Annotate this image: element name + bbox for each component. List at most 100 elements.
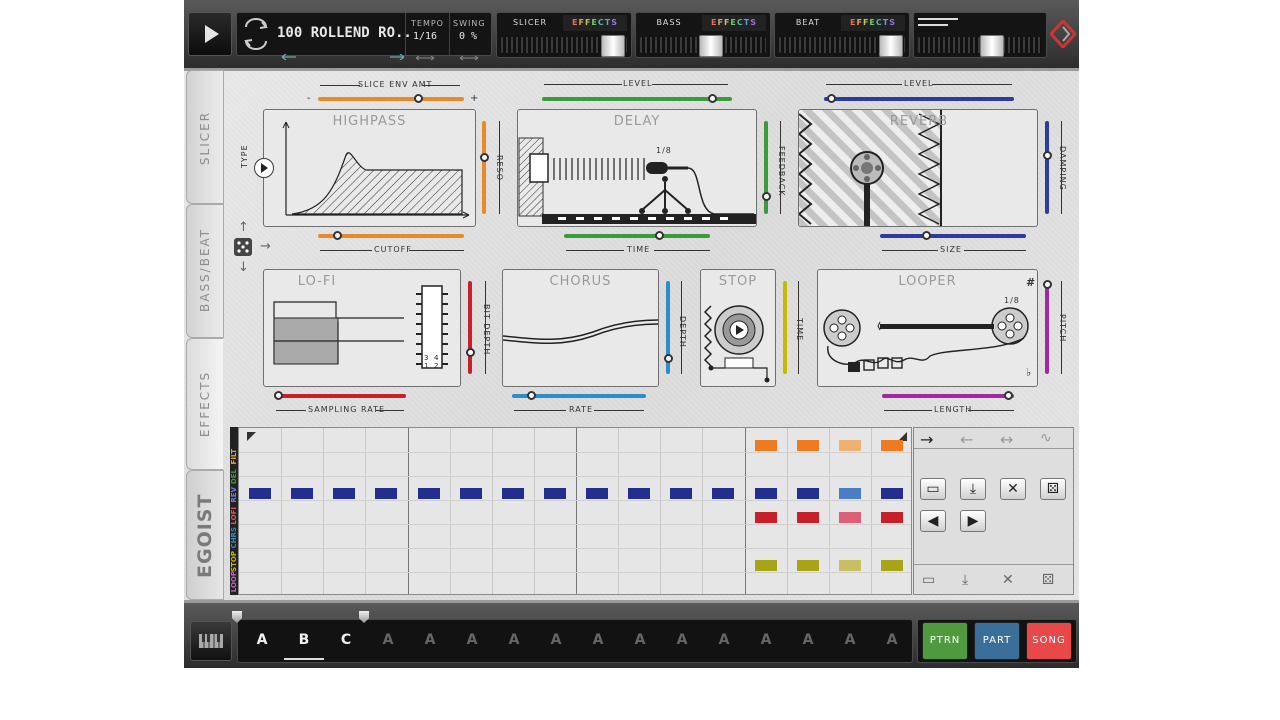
track-label-rev[interactable]: REV bbox=[230, 487, 238, 503]
part-slot[interactable]: A bbox=[368, 620, 408, 660]
arrow-down-icon[interactable]: ↓ bbox=[238, 260, 249, 275]
lofi-bit-depth-slider[interactable] bbox=[468, 281, 472, 374]
delay-time-slider[interactable] bbox=[564, 234, 710, 238]
delay-level-handle[interactable] bbox=[708, 94, 717, 103]
side-tab-slicer[interactable]: SLICER bbox=[186, 70, 224, 204]
step-cell[interactable] bbox=[880, 487, 903, 499]
shift-left-button[interactable]: ◀ bbox=[920, 510, 946, 532]
step-cell[interactable] bbox=[754, 559, 777, 571]
track-label-filt[interactable]: FILT bbox=[230, 449, 238, 464]
step-cell[interactable] bbox=[712, 487, 735, 499]
part-slot[interactable]: A bbox=[452, 620, 492, 660]
beat-volume-knob[interactable] bbox=[879, 35, 903, 57]
delay-feedback-handle[interactable] bbox=[762, 192, 771, 201]
chorus-panel[interactable]: CHORUS bbox=[502, 269, 659, 387]
part-button[interactable]: PART bbox=[974, 622, 1020, 660]
stop-time-slider[interactable] bbox=[783, 281, 787, 374]
highpass-type-button[interactable] bbox=[254, 158, 274, 178]
part-slot[interactable]: A bbox=[578, 620, 618, 660]
grid-start-marker-icon[interactable] bbox=[247, 432, 256, 441]
delay-level-slider[interactable] bbox=[542, 97, 732, 101]
looper-pitch-slider[interactable] bbox=[1045, 281, 1049, 374]
step-cell[interactable] bbox=[838, 559, 861, 571]
paste-pattern-button[interactable]: ⤓ bbox=[960, 478, 986, 500]
song-button[interactable]: SONG bbox=[1026, 622, 1072, 660]
step-cell[interactable] bbox=[501, 487, 524, 499]
swing-arrows-icon[interactable] bbox=[459, 46, 479, 61]
sequencer-grid[interactable] bbox=[238, 427, 912, 595]
tempo-value[interactable]: 1/16 bbox=[413, 31, 437, 42]
part-slot[interactable]: A bbox=[242, 620, 282, 660]
step-cell[interactable] bbox=[628, 487, 651, 499]
direction-pingpong-icon[interactable]: ↔ bbox=[1000, 430, 1013, 449]
part-slot[interactable]: C bbox=[326, 620, 366, 660]
paste-all-icon[interactable]: ⤓ bbox=[962, 572, 968, 588]
part-slot[interactable]: A bbox=[872, 620, 912, 660]
track-label-chrs[interactable]: CHRS bbox=[230, 527, 238, 548]
step-cell[interactable] bbox=[796, 487, 819, 499]
highpass-cutoff-handle[interactable] bbox=[333, 231, 342, 240]
step-cell[interactable] bbox=[249, 487, 272, 499]
beat-tab[interactable]: BEAT bbox=[777, 15, 839, 31]
direction-random-icon[interactable]: ∿ bbox=[1040, 430, 1052, 446]
preset-prev-icon[interactable] bbox=[281, 45, 297, 61]
randomize-all-icon[interactable]: ⚄ bbox=[1042, 572, 1054, 588]
part-slot[interactable]: A bbox=[536, 620, 576, 660]
part-slot[interactable]: A bbox=[704, 620, 744, 660]
step-cell[interactable] bbox=[880, 511, 903, 523]
delay-panel[interactable]: DELAY 1/8 bbox=[517, 109, 757, 227]
reverb-panel[interactable]: REVERB bbox=[798, 109, 1038, 227]
play-button[interactable] bbox=[188, 12, 232, 56]
clear-all-icon[interactable]: ✕ bbox=[1002, 572, 1014, 588]
clear-pattern-button[interactable]: ✕ bbox=[1000, 478, 1026, 500]
part-slot[interactable]: A bbox=[494, 620, 534, 660]
ptrn-button[interactable]: PTRN bbox=[922, 622, 968, 660]
part-slot[interactable]: A bbox=[662, 620, 702, 660]
chorus-depth-handle[interactable] bbox=[664, 354, 673, 363]
bass-volume-knob[interactable] bbox=[699, 35, 723, 57]
bass-effects-tab[interactable]: EFFECTS bbox=[702, 15, 766, 31]
step-cell[interactable] bbox=[838, 487, 861, 499]
track-label-loop[interactable]: LOOP bbox=[230, 571, 238, 592]
copy-pattern-button[interactable]: ▭ bbox=[920, 478, 946, 500]
looper-length-slider[interactable] bbox=[882, 394, 1014, 398]
step-cell[interactable] bbox=[880, 439, 903, 451]
lofi-sampling-rate-handle[interactable] bbox=[274, 391, 283, 400]
part-slot[interactable]: A bbox=[788, 620, 828, 660]
arrow-right-icon[interactable]: → bbox=[260, 239, 271, 254]
step-cell[interactable] bbox=[670, 487, 693, 499]
refresh-icon[interactable] bbox=[241, 17, 271, 51]
bass-tab[interactable]: BASS bbox=[638, 15, 700, 31]
dice-icon[interactable] bbox=[234, 238, 252, 256]
beat-effects-tab[interactable]: EFFECTS bbox=[841, 15, 905, 31]
swing-value[interactable]: 0 % bbox=[459, 31, 477, 42]
part-slot[interactable]: A bbox=[410, 620, 450, 660]
slice-env-amt-slider[interactable] bbox=[318, 97, 464, 101]
step-cell[interactable] bbox=[754, 439, 777, 451]
step-cell[interactable] bbox=[543, 487, 566, 499]
side-tab-bass-beat[interactable]: BASS/BEAT bbox=[186, 204, 224, 338]
reverb-size-slider[interactable] bbox=[880, 234, 1026, 238]
step-cell[interactable] bbox=[586, 487, 609, 499]
delay-time-handle[interactable] bbox=[655, 231, 664, 240]
chorus-rate-handle[interactable] bbox=[527, 391, 536, 400]
step-cell[interactable] bbox=[459, 487, 482, 499]
randomize-pattern-button[interactable]: ⚄ bbox=[1040, 478, 1066, 500]
tempo-arrows-icon[interactable] bbox=[415, 46, 435, 61]
track-label-del[interactable]: DEL bbox=[230, 469, 238, 484]
slicer-effects-tab[interactable]: EFFECTS bbox=[563, 15, 627, 31]
lofi-bit-depth-handle[interactable] bbox=[466, 348, 475, 357]
part-slot[interactable]: B bbox=[284, 620, 324, 660]
part-slot[interactable]: A bbox=[746, 620, 786, 660]
reverb-level-handle[interactable] bbox=[827, 94, 836, 103]
preset-name[interactable]: 100 ROLLEND RO.. bbox=[277, 25, 412, 41]
preset-next-icon[interactable] bbox=[389, 45, 405, 61]
step-cell[interactable] bbox=[333, 487, 356, 499]
keyboard-button[interactable] bbox=[190, 621, 232, 661]
shift-right-button[interactable]: ▶ bbox=[960, 510, 986, 532]
master-volume-knob[interactable] bbox=[980, 35, 1004, 57]
direction-forward-icon[interactable]: → bbox=[920, 430, 933, 449]
step-cell[interactable] bbox=[796, 511, 819, 523]
reverb-damping-slider[interactable] bbox=[1045, 121, 1049, 214]
reverb-damping-handle[interactable] bbox=[1043, 151, 1052, 160]
